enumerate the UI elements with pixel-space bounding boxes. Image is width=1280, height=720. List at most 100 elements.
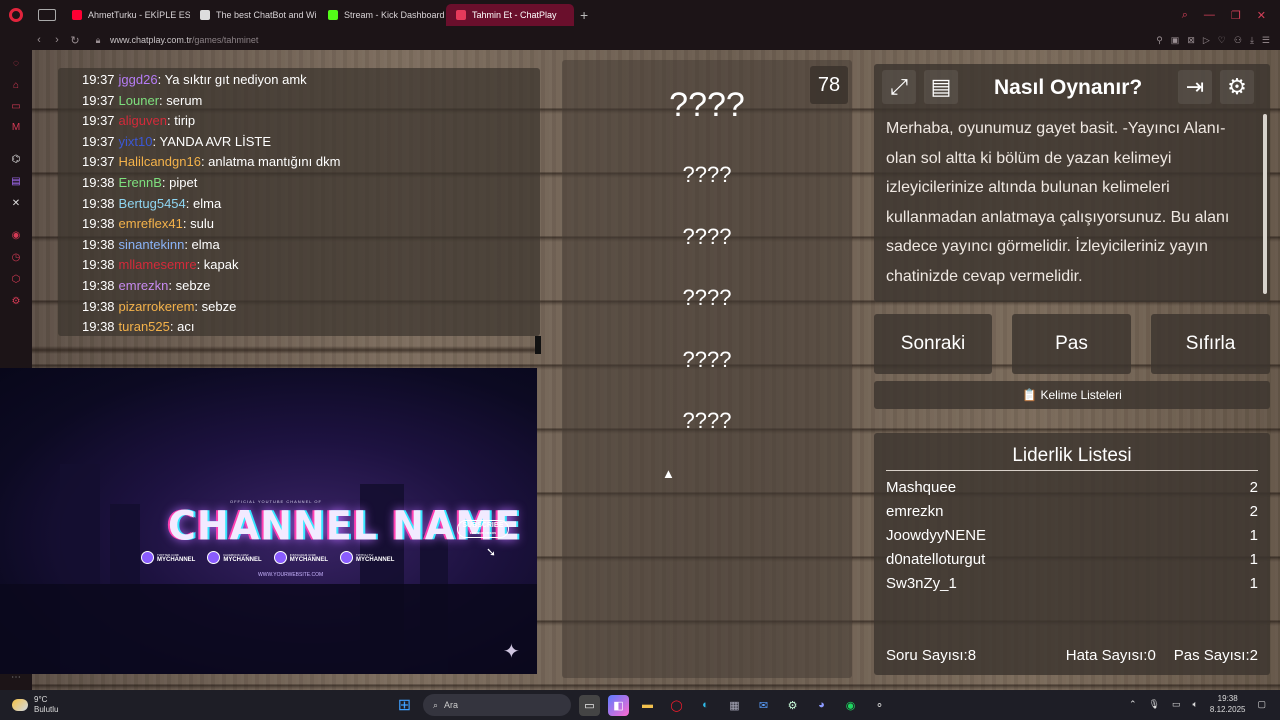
chat-time: 19:38	[82, 277, 115, 293]
maximize-button[interactable]: ❐	[1231, 9, 1241, 22]
discord-icon[interactable]: ◕	[811, 695, 832, 716]
browser-tab[interactable]: Stream - Kick Dashboard	[318, 4, 446, 26]
history-icon[interactable]: ◷	[9, 250, 23, 264]
how-to-play-title: Nasıl Oynanır?	[994, 76, 1143, 99]
taskbar-search[interactable]: ⌕ Ara	[423, 694, 571, 716]
cursor-arrow-icon: ➘	[486, 545, 497, 559]
pin-icon[interactable]: ⚲	[1156, 35, 1163, 46]
tab-islands-icon[interactable]	[38, 9, 56, 21]
opera-logo-icon[interactable]	[0, 0, 32, 30]
browser-tab[interactable]: The best ChatBot and Wi	[190, 4, 318, 26]
chat-username[interactable]: yixt10	[119, 134, 153, 149]
player-icon[interactable]: ▷	[1203, 35, 1210, 46]
store-icon[interactable]: ▦	[724, 695, 745, 716]
chat-text: : elma	[185, 195, 222, 211]
download-icon[interactable]: ⤓	[1250, 35, 1254, 46]
file-explorer-icon[interactable]: ▬	[637, 695, 658, 716]
steam-icon[interactable]: ⚙	[782, 695, 803, 716]
chat-username[interactable]: pizarrokerem	[119, 299, 195, 314]
forward-icon[interactable]: ›	[48, 34, 66, 46]
next-button[interactable]: Sonraki	[874, 314, 992, 374]
chat-username[interactable]: mllamesemre	[119, 257, 197, 272]
widgets-icon[interactable]: ◧	[608, 694, 629, 716]
chat-message: 19:37 Halilcandgn16: anlatma mantığını dk…	[82, 152, 540, 173]
opera-icon[interactable]: ◯	[666, 695, 687, 716]
x-icon[interactable]: ✕	[9, 196, 23, 210]
chat-text: : tirip	[166, 113, 196, 129]
spotify-icon[interactable]: ◉	[840, 695, 861, 716]
pass-button[interactable]: Pas	[1012, 314, 1131, 374]
leaderboard-name: d0natelloturgut	[886, 551, 986, 568]
settings-icon[interactable]: ⚙	[9, 294, 23, 308]
chat-username[interactable]: turan525	[119, 319, 170, 334]
word-lists-button[interactable]: 📋 Kelime Listeleri	[874, 381, 1270, 409]
app-icon[interactable]: ⚬	[869, 695, 890, 716]
reset-button[interactable]: Sıfırla	[1151, 314, 1270, 374]
pocket-icon[interactable]: ⌂	[9, 78, 23, 92]
word-panel: 78 ???? ????????????????????	[562, 60, 852, 678]
chat-username[interactable]: ErennB	[119, 175, 162, 190]
social-icon	[141, 551, 154, 564]
chat-resize-handle[interactable]	[535, 336, 541, 354]
gmail-icon[interactable]: M	[9, 120, 23, 134]
url-path: /games/tahminet	[191, 35, 259, 45]
clock[interactable]: 19:38 8.12.2025	[1210, 693, 1246, 715]
forbidden-word: ????	[682, 346, 732, 372]
chat-username[interactable]: sinantekinn	[119, 237, 185, 252]
chat-message: 19:37 aliguven: tirip	[82, 111, 540, 132]
notes-icon[interactable]: ▤	[924, 70, 958, 104]
chat-username[interactable]: jggd26	[119, 72, 158, 87]
chat-username[interactable]: Bertug5454	[119, 196, 186, 211]
microphone-icon[interactable]: 🎙︎	[1149, 699, 1160, 710]
error-count-label: Hata Sayısı:	[1065, 647, 1148, 664]
taskbar-apps: ⊞ ⌕ Ara ▭ ◧ ▬ ◯ ◐ ▦ ✉ ⚙ ◕ ◉ ⚬	[394, 694, 890, 716]
settings-gear-icon[interactable]: ⚙	[1220, 70, 1254, 104]
social-handle: MYCHANNEL	[223, 556, 262, 563]
weather-widget[interactable]: 9°C Bulutlu	[0, 695, 58, 715]
aria-icon[interactable]: ◌	[9, 56, 23, 70]
bookmark-heart-icon[interactable]: ♡	[1218, 35, 1226, 46]
profile-icon[interactable]: ⚇	[1234, 35, 1242, 46]
browser-tab[interactable]: AhmetTurku - EKİPLE ESK	[62, 4, 190, 26]
reload-icon[interactable]: ↻	[66, 34, 84, 47]
search-tabs-icon[interactable]: ⌕	[1182, 9, 1188, 22]
exit-icon[interactable]: ⇥	[1178, 70, 1212, 104]
chat-username[interactable]: aliguven	[119, 113, 167, 128]
new-tab-button[interactable]: +	[580, 7, 588, 23]
chat-text: : YANDA AVR LİSTE	[152, 133, 272, 149]
error-count: Hata Sayısı:0	[1066, 647, 1156, 664]
scrollbar[interactable]	[1263, 114, 1267, 294]
how-to-play-text: Merhaba, oyunumuz gayet basit. -Yayıncı …	[886, 120, 1230, 285]
url-field[interactable]: www.chatplay.com.tr/games/tahminet	[110, 35, 258, 45]
fullscreen-icon[interactable]: ⤢	[882, 70, 916, 104]
notification-icon[interactable]: ▢	[1257, 699, 1266, 710]
snapshot-icon[interactable]: ▣	[1171, 35, 1180, 46]
chevron-up-icon[interactable]: ⌃	[1129, 699, 1137, 710]
volume-icon[interactable]: 🔈︎	[1192, 699, 1197, 710]
twitch-icon[interactable]: ▤	[9, 174, 23, 188]
back-icon[interactable]: ‹	[30, 34, 48, 46]
browser-tab[interactable]: Tahmin Et - ChatPlay	[446, 4, 574, 26]
menu-icon[interactable]: ☰	[1262, 35, 1270, 46]
task-view-icon[interactable]: ▭	[579, 694, 600, 716]
chat-username[interactable]: emreflex41	[119, 216, 183, 231]
mail-icon[interactable]: ✉	[753, 695, 774, 716]
edge-icon[interactable]: ◐	[695, 695, 716, 716]
chat-username[interactable]: Halilcandgn16	[119, 154, 201, 169]
minimize-button[interactable]: —	[1204, 9, 1215, 22]
chat-time: 19:38	[82, 174, 115, 190]
player-icon[interactable]: ◉	[9, 228, 23, 242]
lock-icon[interactable]: 🔒︎	[90, 35, 106, 46]
chat-time: 19:38	[82, 298, 115, 314]
extension-icon[interactable]: ⊠	[1187, 35, 1195, 46]
network-icon[interactable]: ▭	[1172, 699, 1181, 710]
extensions-icon[interactable]: ⬡	[9, 272, 23, 286]
close-button[interactable]: ✕	[1257, 9, 1266, 22]
tv-icon[interactable]: ▭	[9, 99, 23, 113]
chat-username[interactable]: Louner	[119, 93, 159, 108]
chat-text: : pipet	[161, 174, 198, 190]
windows-start-icon[interactable]: ⊞	[394, 695, 415, 716]
chatgpt-icon[interactable]: ⌬	[9, 152, 23, 166]
chat-username[interactable]: emrezkn	[119, 278, 169, 293]
chat-text: : kapak	[196, 257, 239, 273]
